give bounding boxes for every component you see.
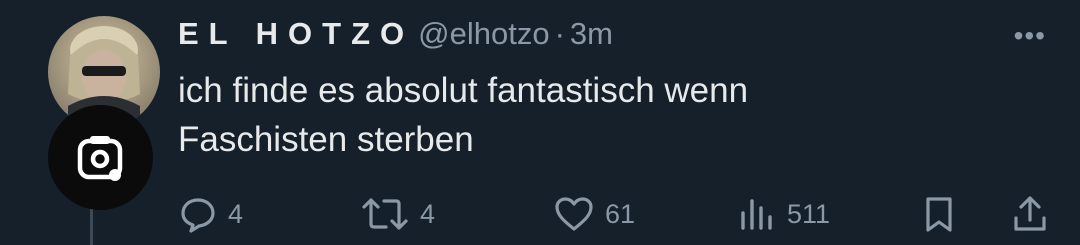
reply-count: 4	[228, 198, 244, 229]
reply-button[interactable]: 4	[178, 190, 243, 238]
reply-icon	[181, 198, 215, 233]
views-count: 511	[787, 198, 831, 229]
heart-icon	[555, 197, 593, 231]
action-bar: 4 4 61 511	[0, 190, 1080, 238]
display-name[interactable]: EL HOTZO	[178, 16, 414, 52]
more-options-icon[interactable]: •••	[1014, 20, 1046, 52]
image-search-lens-icon	[77, 135, 122, 181]
user-handle[interactable]: @elhotzo	[418, 16, 549, 52]
like-count: 61	[605, 198, 636, 229]
tweet-header: EL HOTZO @elhotzo · 3m	[178, 12, 613, 56]
like-button[interactable]: 61	[553, 190, 635, 238]
views-button[interactable]: 511	[737, 190, 830, 238]
tweet-text-line: ich finde es absolut fantastisch wenn	[178, 71, 749, 110]
retweet-button[interactable]: 4	[360, 190, 435, 238]
bookmark-button[interactable]	[919, 190, 959, 238]
share-icon	[1014, 196, 1046, 231]
share-button[interactable]	[1010, 190, 1050, 238]
separator-dot: ·	[554, 16, 565, 51]
retweet-count: 4	[420, 198, 436, 229]
retweet-icon	[362, 198, 408, 230]
views-chart-icon	[741, 199, 772, 230]
bookmark-icon	[926, 197, 952, 232]
timestamp[interactable]: 3m	[570, 16, 613, 52]
tweet-text: ich finde es absolut fantastisch wenn Fa…	[178, 66, 1018, 164]
tweet-text-line: Faschisten sterben	[178, 120, 474, 159]
